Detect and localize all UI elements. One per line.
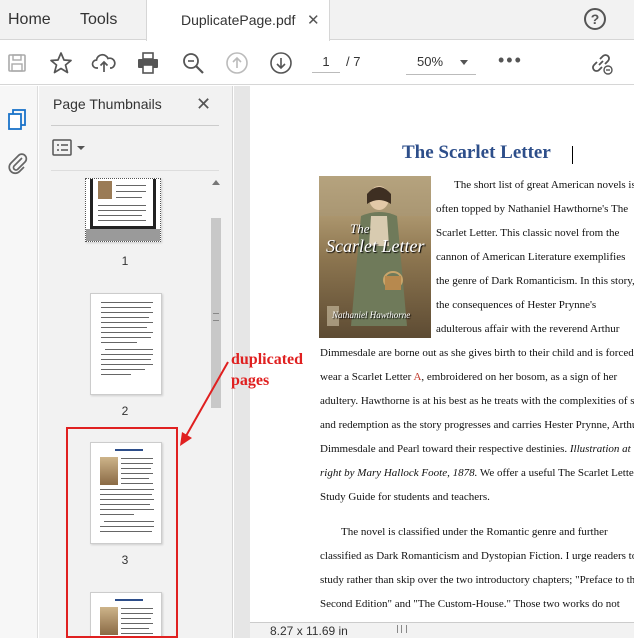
page-thumbnail-2[interactable] [90, 293, 162, 395]
navigation-strip [0, 86, 38, 638]
thumbnail-label-1: 1 [121, 254, 129, 268]
paragraph-line: cannon of American Literature exemplifie… [436, 251, 626, 263]
save-icon[interactable] [4, 50, 30, 76]
panel-divider [51, 170, 219, 171]
scroll-up-icon[interactable] [212, 180, 220, 185]
paragraph-line: and redemption as the story progresses a… [320, 419, 634, 431]
page-size-bar: 8.27 x 11.69 in [250, 622, 634, 638]
paragraph-line: Scarlet Letter. This classic novel from … [436, 227, 620, 239]
help-icon[interactable]: ? [584, 8, 606, 30]
next-page-icon[interactable] [268, 50, 294, 76]
zoom-value: 50% [417, 54, 444, 69]
paragraph-line: adulterous affair with the reverend Arth… [436, 323, 620, 335]
paragraph-line: right by Mary Hallock Foote, 1878. We of… [320, 467, 634, 479]
paragraph-line: wear a Scarlet Letter A, embroidered on … [320, 371, 618, 383]
page-thumbnails-icon[interactable] [5, 106, 31, 132]
panel-divider [51, 125, 219, 126]
text-cursor [572, 146, 573, 164]
thumbnails-scrollbar[interactable] [209, 178, 223, 636]
thumbnail-label-2: 2 [121, 404, 129, 418]
horizontal-scroll-grip[interactable] [397, 625, 407, 633]
cover-title-line1: The [350, 221, 370, 236]
tab-home[interactable]: Home [8, 11, 51, 29]
document-tab-title: DuplicatePage.pdf [181, 12, 296, 28]
cover-author: Nathaniel Hawthorne [332, 310, 411, 320]
close-panel-icon[interactable]: ✕ [196, 94, 211, 115]
page-total: / 7 [346, 54, 361, 69]
paragraph-line: the consequences of Hester Prynne's [436, 299, 597, 311]
paragraph-line: often topped by Nathaniel Hawthorne's Th… [436, 203, 629, 215]
paragraph-line: The novel is classified under the Romant… [341, 526, 608, 538]
annotation-highlight-box [66, 427, 178, 638]
scrollbar-thumb[interactable] [211, 218, 221, 408]
document-page: The Scarlet Letter The Scarlet Letter Na… [250, 86, 634, 626]
tab-bar: Home Tools DuplicatePage.pdf ✕ ? [0, 0, 634, 41]
zoom-search-icon[interactable] [180, 50, 206, 76]
page-number-input[interactable] [312, 51, 340, 73]
annotation-label: duplicated pages [231, 351, 304, 389]
paragraph-line: Study Guide for students and teachers. [320, 491, 490, 503]
toolbar: / 7 50% ••• [0, 41, 634, 85]
paragraph-line: classified as Dark Romanticism and Dysto… [320, 550, 634, 562]
upload-cloud-icon[interactable] [91, 50, 117, 76]
previous-page-icon[interactable] [224, 50, 250, 76]
print-icon[interactable] [135, 50, 161, 76]
panel-title: Page Thumbnails [53, 96, 162, 112]
thumbnail-options-button[interactable] [52, 138, 92, 160]
tab-document[interactable]: DuplicatePage.pdf ✕ [146, 0, 330, 41]
paragraph-line: the genre of Dark Romanticism. In this s… [436, 275, 634, 287]
close-tab-icon[interactable]: ✕ [307, 11, 320, 29]
paragraph-line: adultery. Hawthorne is at his best as he… [320, 395, 634, 407]
paragraph-line: The short list of great American novels … [454, 179, 634, 191]
chevron-down-icon [460, 60, 468, 65]
zoom-select[interactable]: 50% [406, 49, 476, 75]
paragraph-line: Dimmesdale and Pearl toward their respec… [320, 443, 631, 455]
more-tools-icon[interactable]: ••• [498, 51, 523, 69]
tab-tools[interactable]: Tools [80, 11, 117, 29]
document-title: The Scarlet Letter [402, 142, 551, 163]
share-link-icon[interactable] [588, 50, 614, 76]
page-size-label: 8.27 x 11.69 in [270, 624, 348, 638]
cover-title-line2: Scarlet Letter [326, 236, 425, 256]
bookmark-star-icon[interactable] [48, 50, 74, 76]
paragraph-line: study rather than skip over the two intr… [320, 574, 634, 586]
paragraph-line: Dimmesdale are borne out as she gives bi… [320, 347, 634, 359]
page-thumbnail-1[interactable] [85, 178, 161, 242]
paragraph-line: Second Edition" and "The Custom-House." … [320, 598, 620, 610]
attachment-icon[interactable] [5, 150, 31, 176]
